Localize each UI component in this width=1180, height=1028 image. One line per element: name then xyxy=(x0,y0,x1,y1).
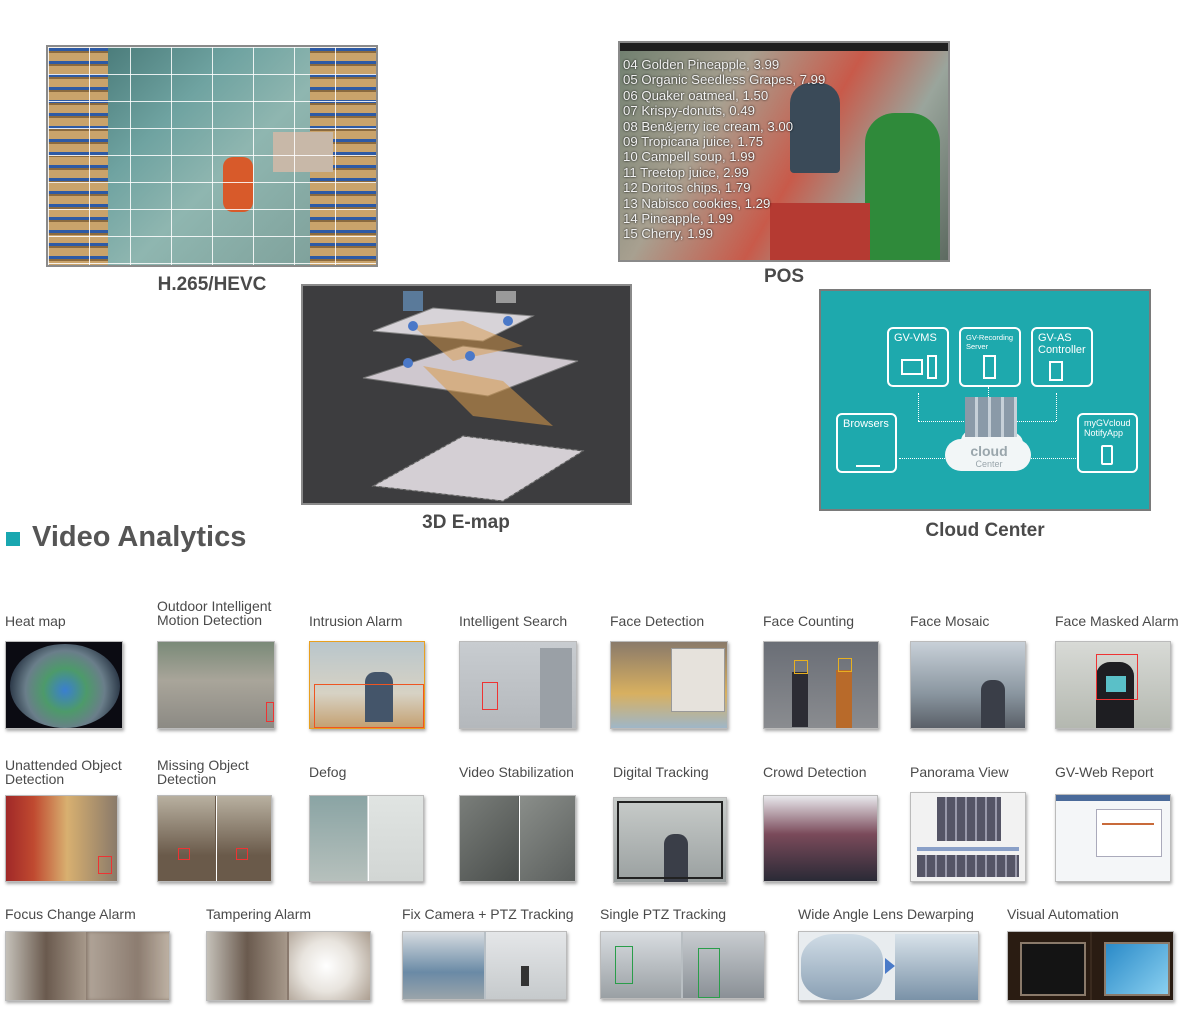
pos-line: 11 Treetop juice, 2.99 xyxy=(623,164,749,180)
users-icon xyxy=(856,445,880,467)
monitor-icon xyxy=(901,359,923,375)
label-face-mosaic: Face Mosaic xyxy=(910,613,990,629)
thumb-crowd-detection xyxy=(763,795,878,882)
gv-recording-box: GV-Recording Server xyxy=(959,327,1021,387)
gv-recording-label-2: Server xyxy=(966,341,989,351)
label-wide-angle-dewarping: Wide Angle Lens Dewarping xyxy=(798,906,974,922)
label-video-stabilization: Video Stabilization xyxy=(459,764,574,780)
arrow-right-icon xyxy=(885,958,895,974)
label-crowd-detection: Crowd Detection xyxy=(763,764,867,780)
thumb-fix-camera-ptz xyxy=(402,931,567,1000)
label-single-ptz-tracking: Single PTZ Tracking xyxy=(600,906,727,922)
thumb-unattended-object xyxy=(5,795,118,882)
label-defog: Defog xyxy=(309,764,347,780)
thumb-single-ptz-tracking xyxy=(600,931,765,999)
mygv-label-1: myGVcloud xyxy=(1084,418,1131,428)
pos-line: 06 Quaker oatmeal, 1.50 xyxy=(623,87,769,103)
tower-icon xyxy=(927,355,937,379)
pos-line: 10 Campell soup, 1.99 xyxy=(623,149,755,165)
door-icon xyxy=(1049,361,1063,381)
emap-caption: 3D E-map xyxy=(422,512,510,533)
label-missing-2: Detection xyxy=(157,771,217,787)
thumb-tampering-alarm xyxy=(206,931,371,1001)
label-digital-tracking: Digital Tracking xyxy=(613,764,709,780)
gv-as-label-2: Controller xyxy=(1038,344,1086,356)
pos-line: 05 Organic Seedless Grapes, 7.99 xyxy=(623,72,826,88)
center-word: Center xyxy=(975,459,1003,469)
cloud-word: cloud xyxy=(970,443,1008,459)
thumb-intelligent-search xyxy=(459,641,577,729)
mygvcloud-box: myGVcloud NotifyApp xyxy=(1077,413,1138,473)
phone-icon xyxy=(1101,445,1113,465)
thumb-heat-map xyxy=(5,641,123,729)
pos-caption: POS xyxy=(763,266,805,287)
h265-screenshot xyxy=(46,45,378,267)
label-face-detection: Face Detection xyxy=(610,613,705,629)
gv-vms-label: GV-VMS xyxy=(894,332,937,344)
pos-line: 07 Krispy-donuts, 0.49 xyxy=(623,103,755,119)
thumb-focus-change-alarm xyxy=(5,931,170,1001)
pos-line: 04 Golden Pineapple, 3.99 xyxy=(623,57,780,72)
pos-line: 09 Tropicana juice, 1.75 xyxy=(623,134,764,150)
label-fix-camera-ptz: Fix Camera + PTZ Tracking xyxy=(402,906,574,922)
pos-line: 14 Pineapple, 1.99 xyxy=(623,211,733,227)
label-tampering-alarm: Tampering Alarm xyxy=(206,906,312,922)
server-icon xyxy=(983,355,996,379)
browsers-box: Browsers xyxy=(836,413,897,473)
label-intrusion-alarm: Intrusion Alarm xyxy=(309,613,403,629)
pos-transaction-list: 04 Golden Pineapple, 3.99 05 Organic See… xyxy=(623,57,825,242)
gv-as-label-1: GV-AS xyxy=(1038,332,1072,344)
mygv-label-2: NotifyApp xyxy=(1084,428,1124,438)
label-gv-web-report: GV-Web Report xyxy=(1055,764,1154,780)
server-rack-icon xyxy=(965,397,1017,437)
label-panorama-view: Panorama View xyxy=(910,764,1009,780)
h265-caption: H.265/HEVC xyxy=(157,274,267,295)
pos-line: 08 Ben&jerry ice cream, 3.00 xyxy=(623,118,794,134)
label-outdoor-motion-2: Motion Detection xyxy=(157,612,263,628)
label-face-counting: Face Counting xyxy=(763,613,855,629)
cloud-caption: Cloud Center xyxy=(925,520,1045,541)
label-focus-change-alarm: Focus Change Alarm xyxy=(5,906,136,922)
cloud-center-diagram: GV-VMS GV-Recording Server GV-AS Control… xyxy=(819,289,1151,511)
label-intelligent-search: Intelligent Search xyxy=(459,613,568,629)
thumb-face-masked-alarm xyxy=(1055,641,1171,729)
section-title: Video Analytics xyxy=(32,521,247,553)
pos-line: 13 Nabisco cookies, 1.29 xyxy=(623,195,771,211)
thumb-face-mosaic xyxy=(910,641,1026,729)
label-face-masked-alarm: Face Masked Alarm xyxy=(1055,613,1179,629)
section-bullet xyxy=(6,532,20,546)
label-outdoor-motion-1: Outdoor Intelligent xyxy=(157,598,272,614)
browsers-label: Browsers xyxy=(843,418,889,430)
pos-line: 15 Cherry, 1.99 xyxy=(623,226,713,242)
gv-as-box: GV-AS Controller xyxy=(1031,327,1093,387)
pos-line: 12 Doritos chips, 1.79 xyxy=(623,180,751,196)
label-unattended-2: Detection xyxy=(5,771,65,787)
thumb-outdoor-motion xyxy=(157,641,275,729)
thumb-wide-angle-dewarping xyxy=(798,931,979,1001)
gv-vms-box: GV-VMS xyxy=(887,327,949,387)
pos-screenshot: 04 Golden Pineapple, 3.99 05 Organic See… xyxy=(618,41,950,262)
thumb-panorama-view xyxy=(910,792,1026,882)
emap-floors-graphic xyxy=(362,291,585,502)
thumb-face-counting xyxy=(763,641,879,729)
thumb-video-stabilization xyxy=(459,795,576,882)
label-heat-map: Heat map xyxy=(5,613,66,629)
thumb-digital-tracking xyxy=(613,797,727,883)
thumb-intrusion-alarm xyxy=(309,641,425,729)
thumb-defog xyxy=(309,795,424,882)
label-unattended-1: Unattended Object xyxy=(5,757,122,773)
label-visual-automation: Visual Automation xyxy=(1007,906,1119,922)
thumb-visual-automation xyxy=(1007,931,1174,1001)
thumb-missing-object xyxy=(157,795,272,882)
emap-screenshot xyxy=(301,284,632,505)
label-missing-1: Missing Object xyxy=(157,757,249,773)
thumb-face-detection xyxy=(610,641,728,729)
thumb-gv-web-report xyxy=(1055,794,1171,882)
